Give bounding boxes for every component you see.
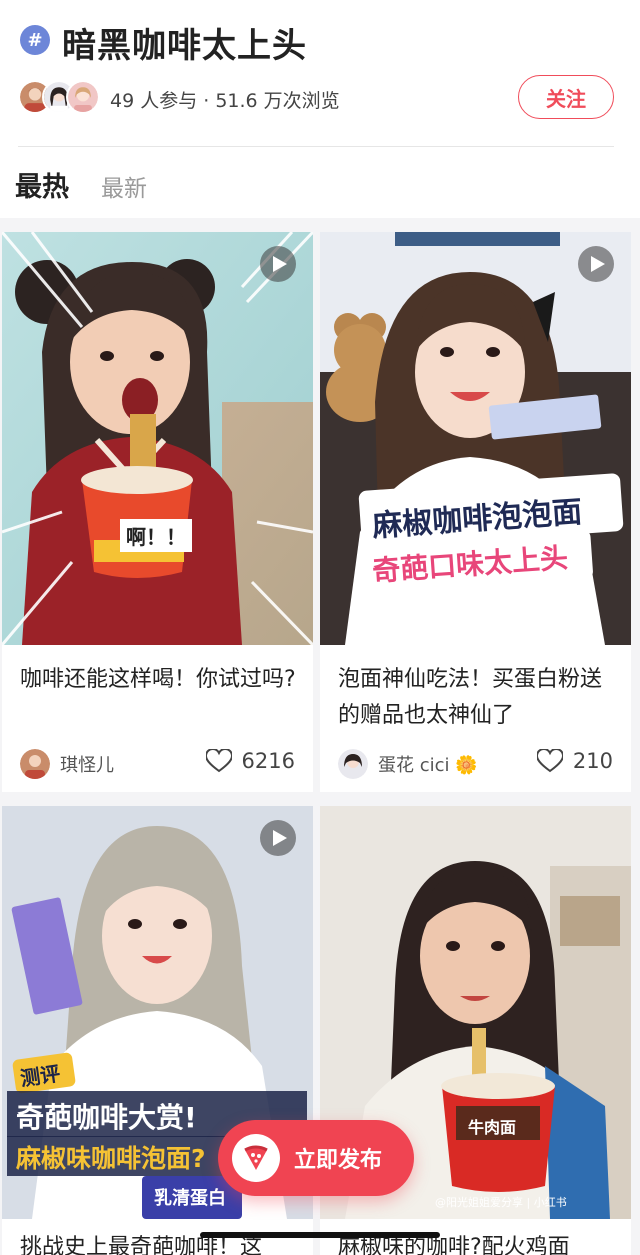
- participant-avatars[interactable]: [18, 80, 108, 114]
- cover-caption: 测评: [18, 1061, 62, 1091]
- post-card[interactable]: 麻椒咖啡泡泡面 奇葩口味太上头 泡面神仙吃法！买蛋白粉送的赠品也太神仙了 蛋花 …: [320, 232, 631, 792]
- avatar: [20, 749, 50, 779]
- hashtag-icon: #: [20, 25, 50, 55]
- post-title[interactable]: 泡面神仙吃法！买蛋白粉送的赠品也太神仙了: [338, 662, 618, 734]
- cover-caption: 奇葩咖啡大赏!: [16, 1101, 197, 1134]
- cover-caption: 乳清蛋白: [154, 1188, 226, 1209]
- cover-caption: 牛肉面: [468, 1118, 517, 1137]
- like-count: 6216: [241, 749, 295, 773]
- cover-illustration: [320, 232, 631, 645]
- cover-illustration: [2, 232, 313, 645]
- follow-button[interactable]: 关注: [518, 75, 614, 119]
- sort-tabs: 最热 最新: [15, 165, 147, 205]
- pizza-icon: [232, 1134, 280, 1182]
- author-name: 蛋花 cici 🌼: [378, 755, 478, 776]
- author-name: 琪怪儿: [60, 755, 114, 776]
- avatar: [66, 80, 100, 114]
- divider: [18, 146, 614, 147]
- heart-icon: [205, 749, 232, 773]
- cover-caption: 麻椒味咖啡泡面?: [16, 1144, 206, 1173]
- post-title[interactable]: 咖啡还能这样喝！你试过吗?: [20, 662, 300, 698]
- post-author[interactable]: 蛋花 cici 🌼: [338, 749, 478, 779]
- topic-header: # 暗黑咖啡太上头 49 人参与 · 51.6 万次浏览 关注: [0, 0, 640, 148]
- post-cover-image[interactable]: 啊！！: [2, 232, 313, 645]
- cover-caption: @阳光姐姐爱分享 | 小红书: [435, 1196, 567, 1209]
- publish-label: 立即发布: [294, 1148, 383, 1173]
- avatar: [338, 749, 368, 779]
- tab-hottest[interactable]: 最热: [15, 165, 69, 204]
- like-button[interactable]: 210: [536, 749, 613, 773]
- post-cover-image[interactable]: 麻椒咖啡泡泡面 奇葩口味太上头: [320, 232, 631, 645]
- home-indicator[interactable]: [200, 1232, 440, 1238]
- post-card[interactable]: 啊！！ 咖啡还能这样喝！你试过吗? 琪怪儿 6216: [2, 232, 313, 792]
- like-button[interactable]: 6216: [205, 749, 295, 773]
- tab-latest[interactable]: 最新: [101, 169, 147, 203]
- publish-button[interactable]: 立即发布: [218, 1120, 414, 1196]
- topic-title: 暗黑咖啡太上头: [62, 26, 307, 66]
- cover-caption: 啊！！: [120, 519, 192, 552]
- heart-icon: [536, 749, 563, 773]
- video-play-icon: [260, 246, 296, 282]
- like-count: 210: [572, 749, 613, 773]
- video-play-icon: [260, 820, 296, 856]
- video-play-icon: [578, 246, 614, 282]
- topic-stats: 49 人参与 · 51.6 万次浏览: [110, 90, 340, 112]
- post-author[interactable]: 琪怪儿: [20, 749, 114, 779]
